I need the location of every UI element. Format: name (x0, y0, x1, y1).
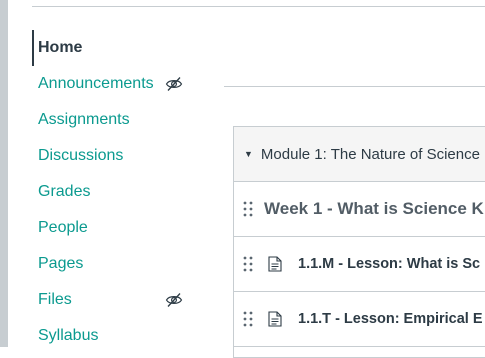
top-divider (32, 6, 485, 7)
nav-item-pages[interactable]: Pages (32, 246, 192, 282)
nav-item-label: Discussions (38, 147, 124, 164)
nav-item-files[interactable]: Files (32, 282, 192, 318)
nav-item-home[interactable]: Home (32, 30, 192, 66)
nav-item-label: Files (38, 291, 72, 308)
drag-handle-icon[interactable] (242, 310, 254, 328)
course-navigation: Home Announcements Assignments Discussio… (32, 30, 192, 354)
nav-item-label: Pages (38, 255, 84, 272)
eye-slash-icon (165, 293, 183, 307)
content-divider (224, 86, 485, 87)
nav-item-label: Announcements (38, 75, 154, 92)
document-icon (268, 311, 282, 327)
module-item-title[interactable]: 1.1.T - Lesson: Empirical E (298, 311, 483, 327)
nav-item-discussions[interactable]: Discussions (32, 138, 192, 174)
module-title: Module 1: The Nature of Science (260, 145, 480, 163)
nav-item-assignments[interactable]: Assignments (32, 102, 192, 138)
nav-item-label: Assignments (38, 111, 130, 128)
module-item-row[interactable]: 1.1.M - Lesson: What is Sc (234, 237, 485, 292)
module-subheader: Week 1 - What is Science Kn (264, 199, 485, 218)
nav-item-label: People (38, 219, 88, 236)
nav-item-people[interactable]: People (32, 210, 192, 246)
nav-item-syllabus[interactable]: Syllabus (32, 318, 192, 354)
nav-item-grades[interactable]: Grades (32, 174, 192, 210)
module-panel: ▼ Module 1: The Nature of Science Week 1… (233, 126, 485, 358)
module-subheader-row: Week 1 - What is Science Kn (234, 182, 485, 237)
eye-slash-icon (165, 77, 183, 91)
drag-handle-icon[interactable] (242, 255, 254, 273)
drag-handle-icon[interactable] (242, 200, 254, 218)
nav-item-label: Grades (38, 183, 91, 200)
module-item-title[interactable]: 1.1.M - Lesson: What is Sc (298, 256, 480, 272)
nav-item-label: Home (38, 39, 83, 56)
caret-down-icon[interactable]: ▼ (244, 149, 253, 159)
nav-item-announcements[interactable]: Announcements (32, 66, 192, 102)
document-icon (268, 256, 282, 272)
left-scroll-rail (0, 0, 8, 347)
nav-item-label: Syllabus (38, 327, 99, 344)
module-header[interactable]: ▼ Module 1: The Nature of Science (234, 127, 485, 182)
module-item-row[interactable]: 1.1.T - Lesson: Empirical E (234, 292, 485, 347)
